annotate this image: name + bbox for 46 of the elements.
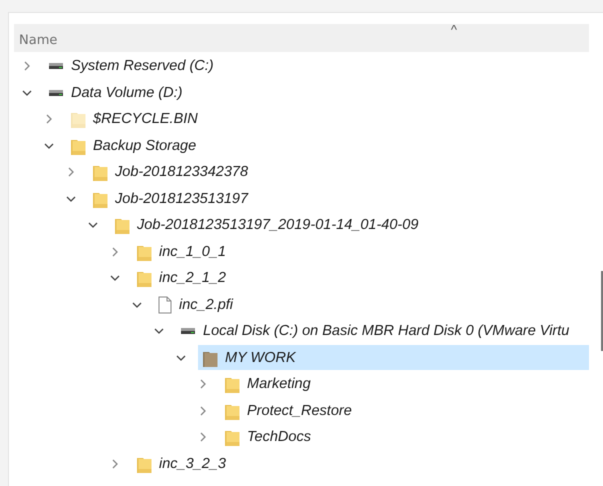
drive-icon xyxy=(181,328,195,334)
item-label: Job-2018123342378 xyxy=(115,164,248,180)
tree-item[interactable]: inc_1_0_1 xyxy=(132,239,589,264)
tree-item[interactable]: Job-2018123513197_2019-01-14_01-40-09 xyxy=(110,212,589,238)
tree-item[interactable]: System Reserved (C:) xyxy=(44,54,589,79)
folder-icon xyxy=(136,269,152,288)
tree-item[interactable]: TechDocs xyxy=(220,424,589,450)
folder-icon xyxy=(114,216,130,234)
sort-caret: ^ xyxy=(450,24,457,34)
item-label: System Reserved (C:) xyxy=(71,58,214,74)
item-label: inc_3_2_3 xyxy=(159,456,226,472)
folder-icon xyxy=(224,375,240,394)
tree-item[interactable]: Job-2018123342378 xyxy=(88,160,589,185)
item-label: Marketing xyxy=(247,376,311,392)
folder-icon xyxy=(92,163,108,182)
item-label: $RECYCLE.BIN xyxy=(93,111,198,128)
item-label: inc_2.pfi xyxy=(179,296,234,313)
tree-item[interactable]: Job-2018123513197 xyxy=(88,186,589,212)
column-label: Name xyxy=(19,34,58,48)
tree-item[interactable]: MY WORK xyxy=(198,345,589,370)
tree-item[interactable]: inc_2_1_2 xyxy=(132,266,589,291)
tree-item[interactable]: Local Disk (C:) on Basic MBR Hard Disk 0 (VMware Virtu xyxy=(176,318,589,344)
item-label: Job-2018123513197 xyxy=(115,190,248,207)
column-header[interactable]: ^ Name xyxy=(14,24,589,52)
tree-item[interactable]: inc_3_2_3 xyxy=(132,451,589,476)
scrollbar[interactable] xyxy=(601,271,603,351)
tree-item[interactable]: Protect_Restore xyxy=(220,398,589,424)
folder-icon xyxy=(224,428,240,446)
item-label: Data Volume (D:) xyxy=(71,84,182,101)
item-label: Protect_Restore xyxy=(247,402,352,419)
document-icon xyxy=(158,296,172,314)
item-label: inc_1_0_1 xyxy=(159,244,226,260)
drive-icon xyxy=(49,90,63,96)
item-label: TechDocs xyxy=(247,429,311,446)
tree-item[interactable]: Data Volume (D:) xyxy=(44,80,589,106)
item-label: Backup Storage xyxy=(93,138,196,154)
tree-item[interactable]: $RECYCLE.BIN xyxy=(66,106,589,132)
tree-item[interactable]: inc_2.pfi xyxy=(154,292,589,318)
item-label: inc_2_1_2 xyxy=(159,270,226,286)
item-label: Job-2018123513197_2019-01-14_01-40-09 xyxy=(137,217,418,234)
folder-icon xyxy=(70,110,86,128)
tree-item[interactable]: Marketing xyxy=(220,372,589,397)
item-label: MY WORK xyxy=(225,350,296,366)
item-label: Local Disk (C:) on Basic MBR Hard Disk 0 (VMware Virtu xyxy=(203,323,570,340)
tree-item[interactable]: Backup Storage xyxy=(66,133,589,158)
drive-icon xyxy=(49,63,63,70)
